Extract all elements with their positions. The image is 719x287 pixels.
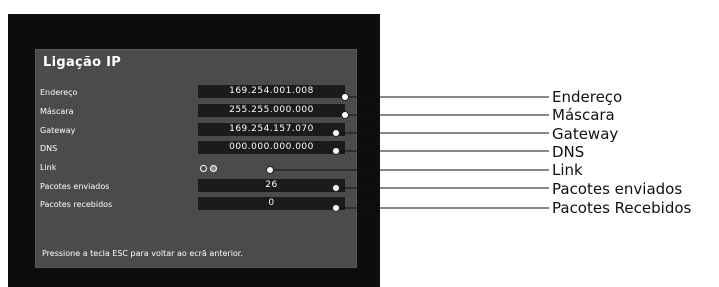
callout-dot <box>341 111 349 119</box>
callout-dot <box>341 93 349 101</box>
callout-dot <box>332 184 340 192</box>
callout-label-gateway: Gateway <box>552 125 619 143</box>
callout-label-mask: Máscara <box>552 106 615 124</box>
callout-label-packets-sent: Pacotes enviados <box>552 180 683 198</box>
callout-label-link: Link <box>552 161 583 179</box>
callout-dot <box>332 204 340 212</box>
callout-label-dns: DNS <box>552 143 585 161</box>
callout-label-address: Endereço <box>552 88 623 106</box>
callout-dot <box>332 147 340 155</box>
callout-dot <box>332 129 340 137</box>
callout-label-packets-received: Pacotes Recebidos <box>552 199 692 217</box>
callout-lines <box>266 93 549 212</box>
callout-dot <box>266 166 274 174</box>
